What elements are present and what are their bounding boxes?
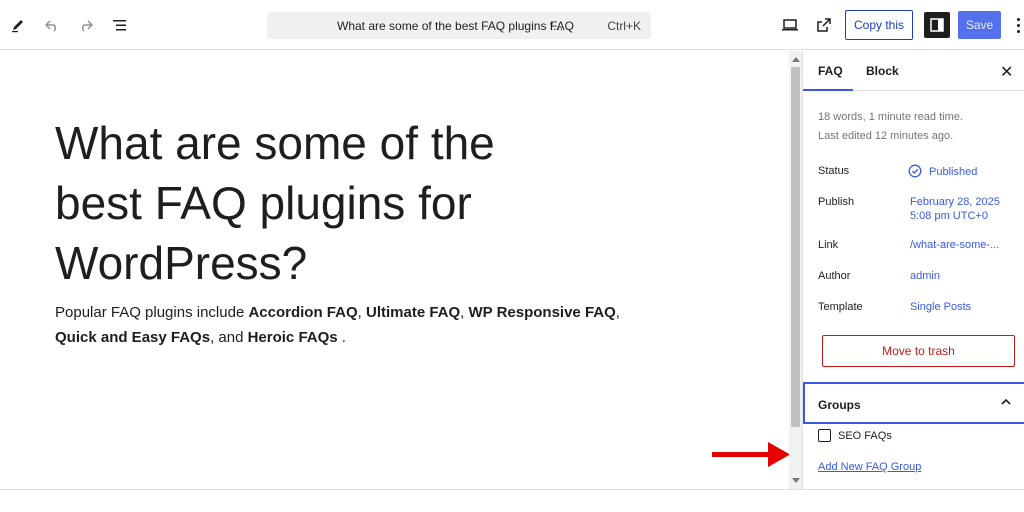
publish-date[interactable]: February 28, 2025	[910, 195, 1000, 209]
post-paragraph[interactable]: Popular FAQ plugins include Accordion FA…	[55, 300, 625, 350]
command-title: What are some of the best FAQ plugins f.…	[337, 19, 564, 33]
plugin-4: Quick and Easy FAQs	[55, 329, 211, 346]
status-value[interactable]: Published	[929, 165, 977, 179]
post-title[interactable]: What are some of the best FAQ plugins fo…	[55, 113, 575, 293]
editor-toolbar: What are some of the best FAQ plugins f.…	[0, 0, 1024, 50]
status-label: Status	[818, 165, 850, 177]
editor-canvas: What are some of the best FAQ plugins fo…	[0, 51, 790, 489]
bottom-divider	[0, 489, 1024, 490]
active-tab-indicator	[803, 89, 853, 91]
template-value[interactable]: Single Posts	[910, 300, 971, 314]
last-edited: Last edited 12 minutes ago.	[818, 130, 954, 142]
redo-icon[interactable]	[74, 13, 98, 37]
settings-sidebar-toggle-icon[interactable]	[924, 12, 950, 38]
more-options-icon[interactable]	[1012, 13, 1024, 37]
scroll-up-icon[interactable]	[792, 57, 800, 62]
copy-this-button[interactable]: Copy this	[845, 10, 913, 40]
tab-post[interactable]: FAQ	[818, 64, 843, 78]
link-value[interactable]: /what-are-some-...	[910, 238, 999, 252]
pencil-icon[interactable]	[6, 13, 30, 37]
sep-and: , and	[210, 329, 248, 346]
command-post-type: FAQ	[550, 19, 575, 33]
sep: ,	[460, 304, 469, 321]
groups-panel-header[interactable]: Groups	[803, 382, 1024, 424]
para-prefix: Popular FAQ plugins include	[55, 304, 249, 321]
scrollbar[interactable]	[789, 51, 802, 489]
plugin-1: Accordion FAQ	[248, 304, 358, 321]
command-palette-bar[interactable]: What are some of the best FAQ plugins f.…	[267, 12, 651, 39]
seo-faqs-checkbox[interactable]	[818, 429, 831, 442]
groups-label: Groups	[818, 398, 861, 412]
author-value[interactable]: admin	[910, 269, 940, 283]
list-view-icon[interactable]	[108, 13, 132, 37]
plugin-2: Ultimate FAQ	[365, 304, 461, 321]
plugin-5: Heroic FAQs	[247, 329, 338, 346]
word-count: 18 words, 1 minute read time.	[818, 111, 963, 123]
plugin-3: WP Responsive FAQ	[468, 304, 616, 321]
undo-icon[interactable]	[40, 13, 64, 37]
save-button[interactable]: Save	[958, 11, 1001, 39]
author-label: Author	[818, 270, 851, 282]
command-shortcut: Ctrl+K	[607, 19, 641, 33]
para-suffix: .	[337, 329, 346, 346]
sidebar-tabs: FAQ Block ✕	[803, 51, 1024, 91]
chevron-up-icon[interactable]	[999, 395, 1013, 409]
scrollbar-thumb[interactable]	[791, 67, 800, 427]
move-to-trash-button[interactable]: Move to trash	[822, 335, 1015, 367]
publish-time[interactable]: 5:08 pm UTC+0	[910, 209, 988, 223]
scroll-down-icon[interactable]	[792, 478, 800, 483]
red-arrow-icon	[712, 442, 790, 467]
sep: ,	[615, 304, 620, 321]
seo-faqs-label[interactable]: SEO FAQs	[838, 430, 892, 442]
add-new-faq-group-link[interactable]: Add New FAQ Group	[818, 461, 921, 473]
desktop-preview-icon[interactable]	[778, 13, 802, 37]
published-check-icon	[908, 164, 922, 178]
external-view-icon[interactable]	[812, 13, 836, 37]
tab-block[interactable]: Block	[866, 64, 899, 78]
close-icon[interactable]: ✕	[1000, 62, 1013, 82]
link-label: Link	[818, 239, 839, 251]
publish-label: Publish	[818, 196, 855, 208]
template-label: Template	[818, 301, 863, 313]
sep: ,	[357, 304, 366, 321]
settings-sidebar: FAQ Block ✕ 18 words, 1 minute read time…	[802, 51, 1024, 489]
